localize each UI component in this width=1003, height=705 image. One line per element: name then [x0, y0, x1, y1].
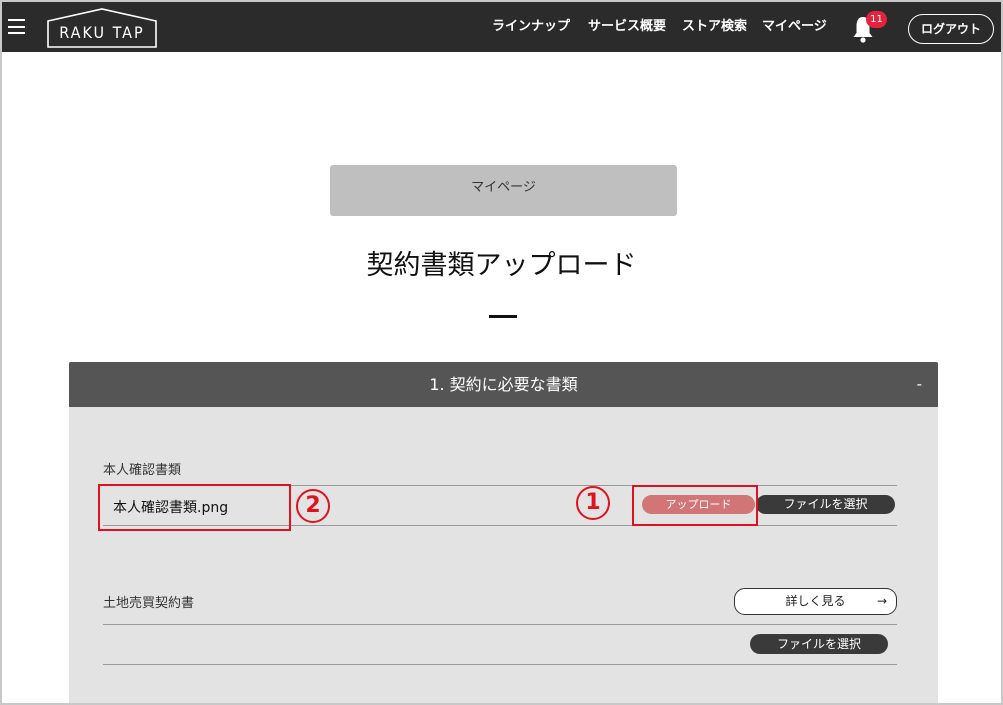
panel-header[interactable]: 1. 契約に必要な書類 - — [69, 362, 938, 407]
mypage-button[interactable]: マイページ — [330, 165, 677, 216]
select-file-button[interactable]: ファイルを選択 — [750, 634, 888, 654]
details-button[interactable]: 詳しく見る → — [734, 588, 897, 615]
notification-badge: 11 — [866, 11, 887, 28]
arrow-right-icon: → — [876, 594, 887, 608]
logo-text: RAKU TAP — [59, 23, 145, 42]
page-title: 契約書類アップロード — [366, 250, 637, 281]
documents-panel: 1. 契約に必要な書類 - 本人確認書類 本人確認書類.png アップロード フ… — [69, 362, 938, 705]
divider — [103, 624, 897, 625]
nav-mypage[interactable]: マイページ — [762, 2, 827, 52]
title-divider — [489, 315, 517, 318]
annotation-marker-1: 1 — [576, 486, 610, 520]
collapse-toggle[interactable]: - — [917, 362, 922, 407]
nav-service[interactable]: サービス概要 — [588, 2, 666, 52]
panel-title: 1. 契約に必要な書類 — [429, 375, 578, 394]
annotation-marker-2: 2 — [296, 489, 330, 523]
section-label-land-contract: 土地売買契約書 — [103, 596, 195, 611]
header: RAKU TAP ラインナップ サービス概要 ストア検索 マイページ 11 ログ… — [2, 2, 1001, 52]
details-label: 詳しく見る — [785, 594, 846, 608]
section-label-id-document: 本人確認書類 — [103, 463, 182, 478]
select-file-button[interactable]: ファイルを選択 — [756, 495, 895, 514]
menu-icon[interactable] — [8, 19, 25, 34]
logout-button[interactable]: ログアウト — [908, 14, 994, 44]
nav-lineup[interactable]: ラインナップ — [492, 2, 570, 52]
annotation-box-upload — [632, 485, 758, 526]
logo[interactable]: RAKU TAP — [44, 7, 160, 49]
nav-store-search[interactable]: ストア検索 — [682, 2, 747, 52]
divider — [103, 664, 897, 665]
annotation-box-file-name — [98, 484, 291, 531]
